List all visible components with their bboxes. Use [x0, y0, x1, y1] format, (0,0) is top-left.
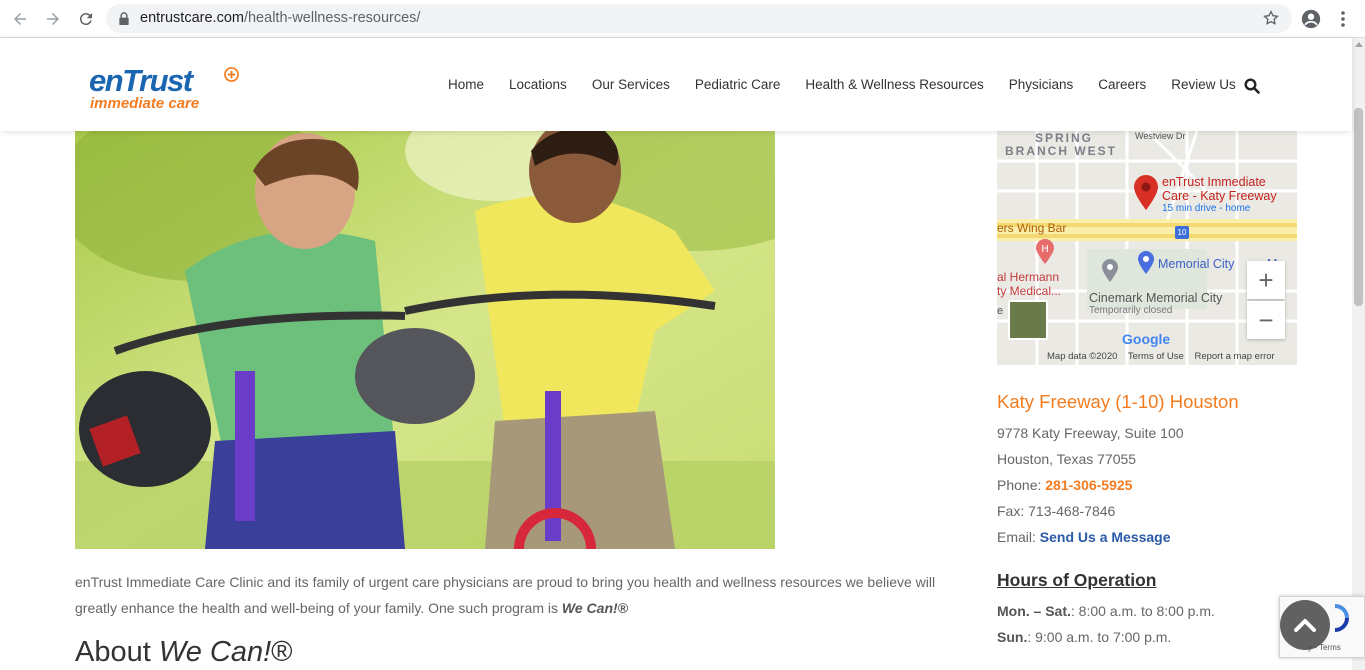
address-bar[interactable]: entrustcare.com/health-wellness-resource… [106, 4, 1292, 33]
browser-toolbar: entrustcare.com/health-wellness-resource… [0, 0, 1365, 38]
email-line: Email: Send Us a Message [997, 529, 1171, 545]
google-logo: Google [1122, 331, 1171, 347]
nav-item-careers[interactable]: Careers [1098, 77, 1146, 92]
url-domain: entrustcare.com [140, 10, 244, 26]
map-memorial-city-label: Memorial City [1158, 257, 1235, 271]
map-cinemark-label: Cinemark Memorial City [1089, 291, 1223, 305]
logo-plus-icon [224, 67, 239, 82]
address-city: Houston, Texas 77055 [997, 451, 1137, 467]
bookmark-star-icon[interactable] [1262, 9, 1280, 27]
intro-paragraph: enTrust Immediate Care Clinic and its fa… [75, 569, 965, 621]
map-data-credit: Map data ©2020 [1047, 351, 1118, 362]
logo-brand: enTrust [89, 63, 193, 98]
map-pin-icon[interactable] [1133, 175, 1159, 211]
search-icon[interactable] [1244, 78, 1260, 94]
hours-row: Sun.: 9:00 a.m. to 7:00 p.m. [997, 629, 1171, 645]
hours-days: Sun. [997, 629, 1028, 645]
zoom-out-label: − [1258, 304, 1274, 335]
map-pin-title-2: Care - Katy Freeway [1162, 189, 1277, 203]
hours-time: : 8:00 a.m. to 8:00 p.m. [1070, 603, 1215, 619]
map-cinemark-status: Temporarily closed [1089, 305, 1173, 316]
hospital-pin-icon: H [1036, 239, 1054, 264]
url-text: entrustcare.com/health-wellness-resource… [140, 10, 420, 26]
map-zoom-in-button[interactable]: + [1247, 261, 1285, 299]
nav-item-our-services[interactable]: Our Services [592, 77, 670, 92]
cinema-pin-icon [1102, 259, 1118, 282]
interstate-shield-icon: 10 [1175, 226, 1189, 239]
phone-line: Phone: 281-306-5925 [997, 477, 1132, 493]
hero-photo-kids-bikes [75, 131, 775, 549]
email-label: Email: [997, 529, 1040, 545]
main-navigation: Home Locations Our Services Pediatric Ca… [448, 77, 1261, 92]
address-street: 9778 Katy Freeway, Suite 100 [997, 425, 1184, 441]
map-hospital-label-2: ty Medical... [997, 284, 1062, 298]
chevron-up-icon [1294, 619, 1316, 632]
location-map[interactable]: SPRING BRANCH WEST Westview Dr enTrust I… [997, 131, 1297, 365]
map-area-label-2: BRANCH WEST [1005, 144, 1117, 158]
hours-row: Mon. – Sat.: 8:00 a.m. to 8:00 p.m. [997, 603, 1215, 619]
intro-text: enTrust Immediate Care Clinic and its fa… [75, 574, 936, 616]
nav-item-locations[interactable]: Locations [509, 77, 567, 92]
map-terms-link[interactable]: Terms of Use [1128, 351, 1184, 362]
profile-icon[interactable] [1300, 8, 1322, 30]
fax-line: Fax: 713-468-7846 [997, 503, 1116, 519]
hours-days: Mon. – Sat. [997, 603, 1071, 619]
map-footer: Map data ©2020 Terms of Use Report a map… [1047, 351, 1283, 362]
forward-icon[interactable] [42, 8, 64, 30]
shopping-pin-icon [1138, 251, 1154, 274]
site-header: enTrust immediate care Home Locations Ou… [0, 38, 1352, 131]
lock-icon [119, 12, 129, 25]
about-heading: About We Can!® [75, 636, 293, 669]
map-area-label-1: SPRING [1035, 131, 1094, 145]
about-heading-em: We Can! [158, 636, 272, 668]
highway-shield-number: 10 [1177, 228, 1187, 237]
phone-label: Phone: [997, 477, 1046, 493]
zoom-in-label: + [1258, 264, 1274, 295]
send-message-link[interactable]: Send Us a Message [1040, 529, 1171, 545]
svg-text:H: H [1041, 244, 1049, 255]
about-heading-suffix: ® [271, 636, 293, 668]
scroll-up-arrow-icon[interactable] [1355, 42, 1363, 47]
back-icon[interactable] [9, 8, 31, 30]
map-street-label: Westview Dr [1135, 131, 1186, 141]
logo-tagline: immediate care [90, 95, 200, 112]
map-hospital-label-1: al Hermann [997, 270, 1060, 284]
scrollbar-thumb[interactable] [1354, 108, 1363, 306]
map-pin-title-1: enTrust Immediate [1162, 175, 1266, 189]
map-zoom-out-button[interactable]: − [1247, 301, 1285, 339]
url-path: /health-wellness-resources/ [243, 10, 421, 26]
location-title: Katy Freeway (1-10) Houston [997, 391, 1239, 412]
map-report-error-link[interactable]: Report a map error [1194, 351, 1274, 362]
back-to-top-button[interactable] [1280, 600, 1330, 650]
map-pin-subtitle: 15 min drive - home [1162, 203, 1251, 214]
nav-item-health-wellness-resources[interactable]: Health & Wellness Resources [805, 77, 983, 92]
about-heading-prefix: About [75, 636, 159, 668]
page-scrollbar[interactable] [1352, 38, 1365, 670]
phone-link[interactable]: 281-306-5925 [1045, 477, 1132, 493]
nav-item-pediatric-care[interactable]: Pediatric Care [695, 77, 781, 92]
intro-program-name: We Can!® [561, 600, 628, 616]
hours-time: : 9:00 a.m. to 7:00 p.m. [1027, 629, 1172, 645]
nav-item-home[interactable]: Home [448, 77, 484, 92]
map-wing-bar-label: ers Wing Bar [997, 221, 1067, 235]
nav-item-review-us[interactable]: Review Us [1171, 77, 1236, 92]
map-letter-label: e [997, 305, 1004, 317]
reload-icon[interactable] [75, 8, 97, 30]
nav-item-physicians[interactable]: Physicians [1009, 77, 1074, 92]
browser-menu-icon[interactable] [1334, 8, 1352, 30]
entrust-logo[interactable]: enTrust immediate care [89, 65, 244, 115]
hours-title: Hours of Operation [997, 570, 1157, 590]
